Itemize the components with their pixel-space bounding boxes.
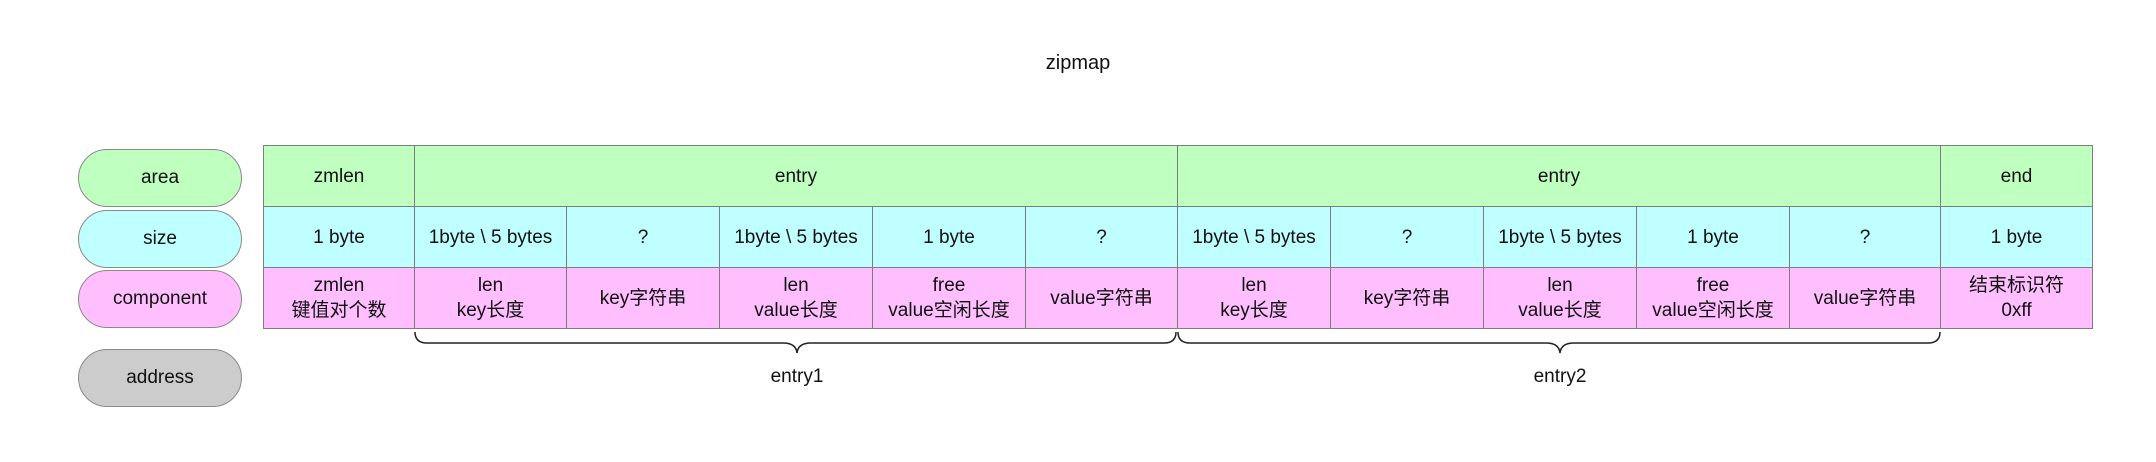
brace-entry2: [1177, 331, 1941, 354]
brace-label-entry2: entry2: [1533, 366, 1587, 387]
brace-entry1: [414, 331, 1177, 354]
braces-layer: [414, 331, 1941, 354]
brace-label-entry1: entry1: [770, 366, 824, 387]
